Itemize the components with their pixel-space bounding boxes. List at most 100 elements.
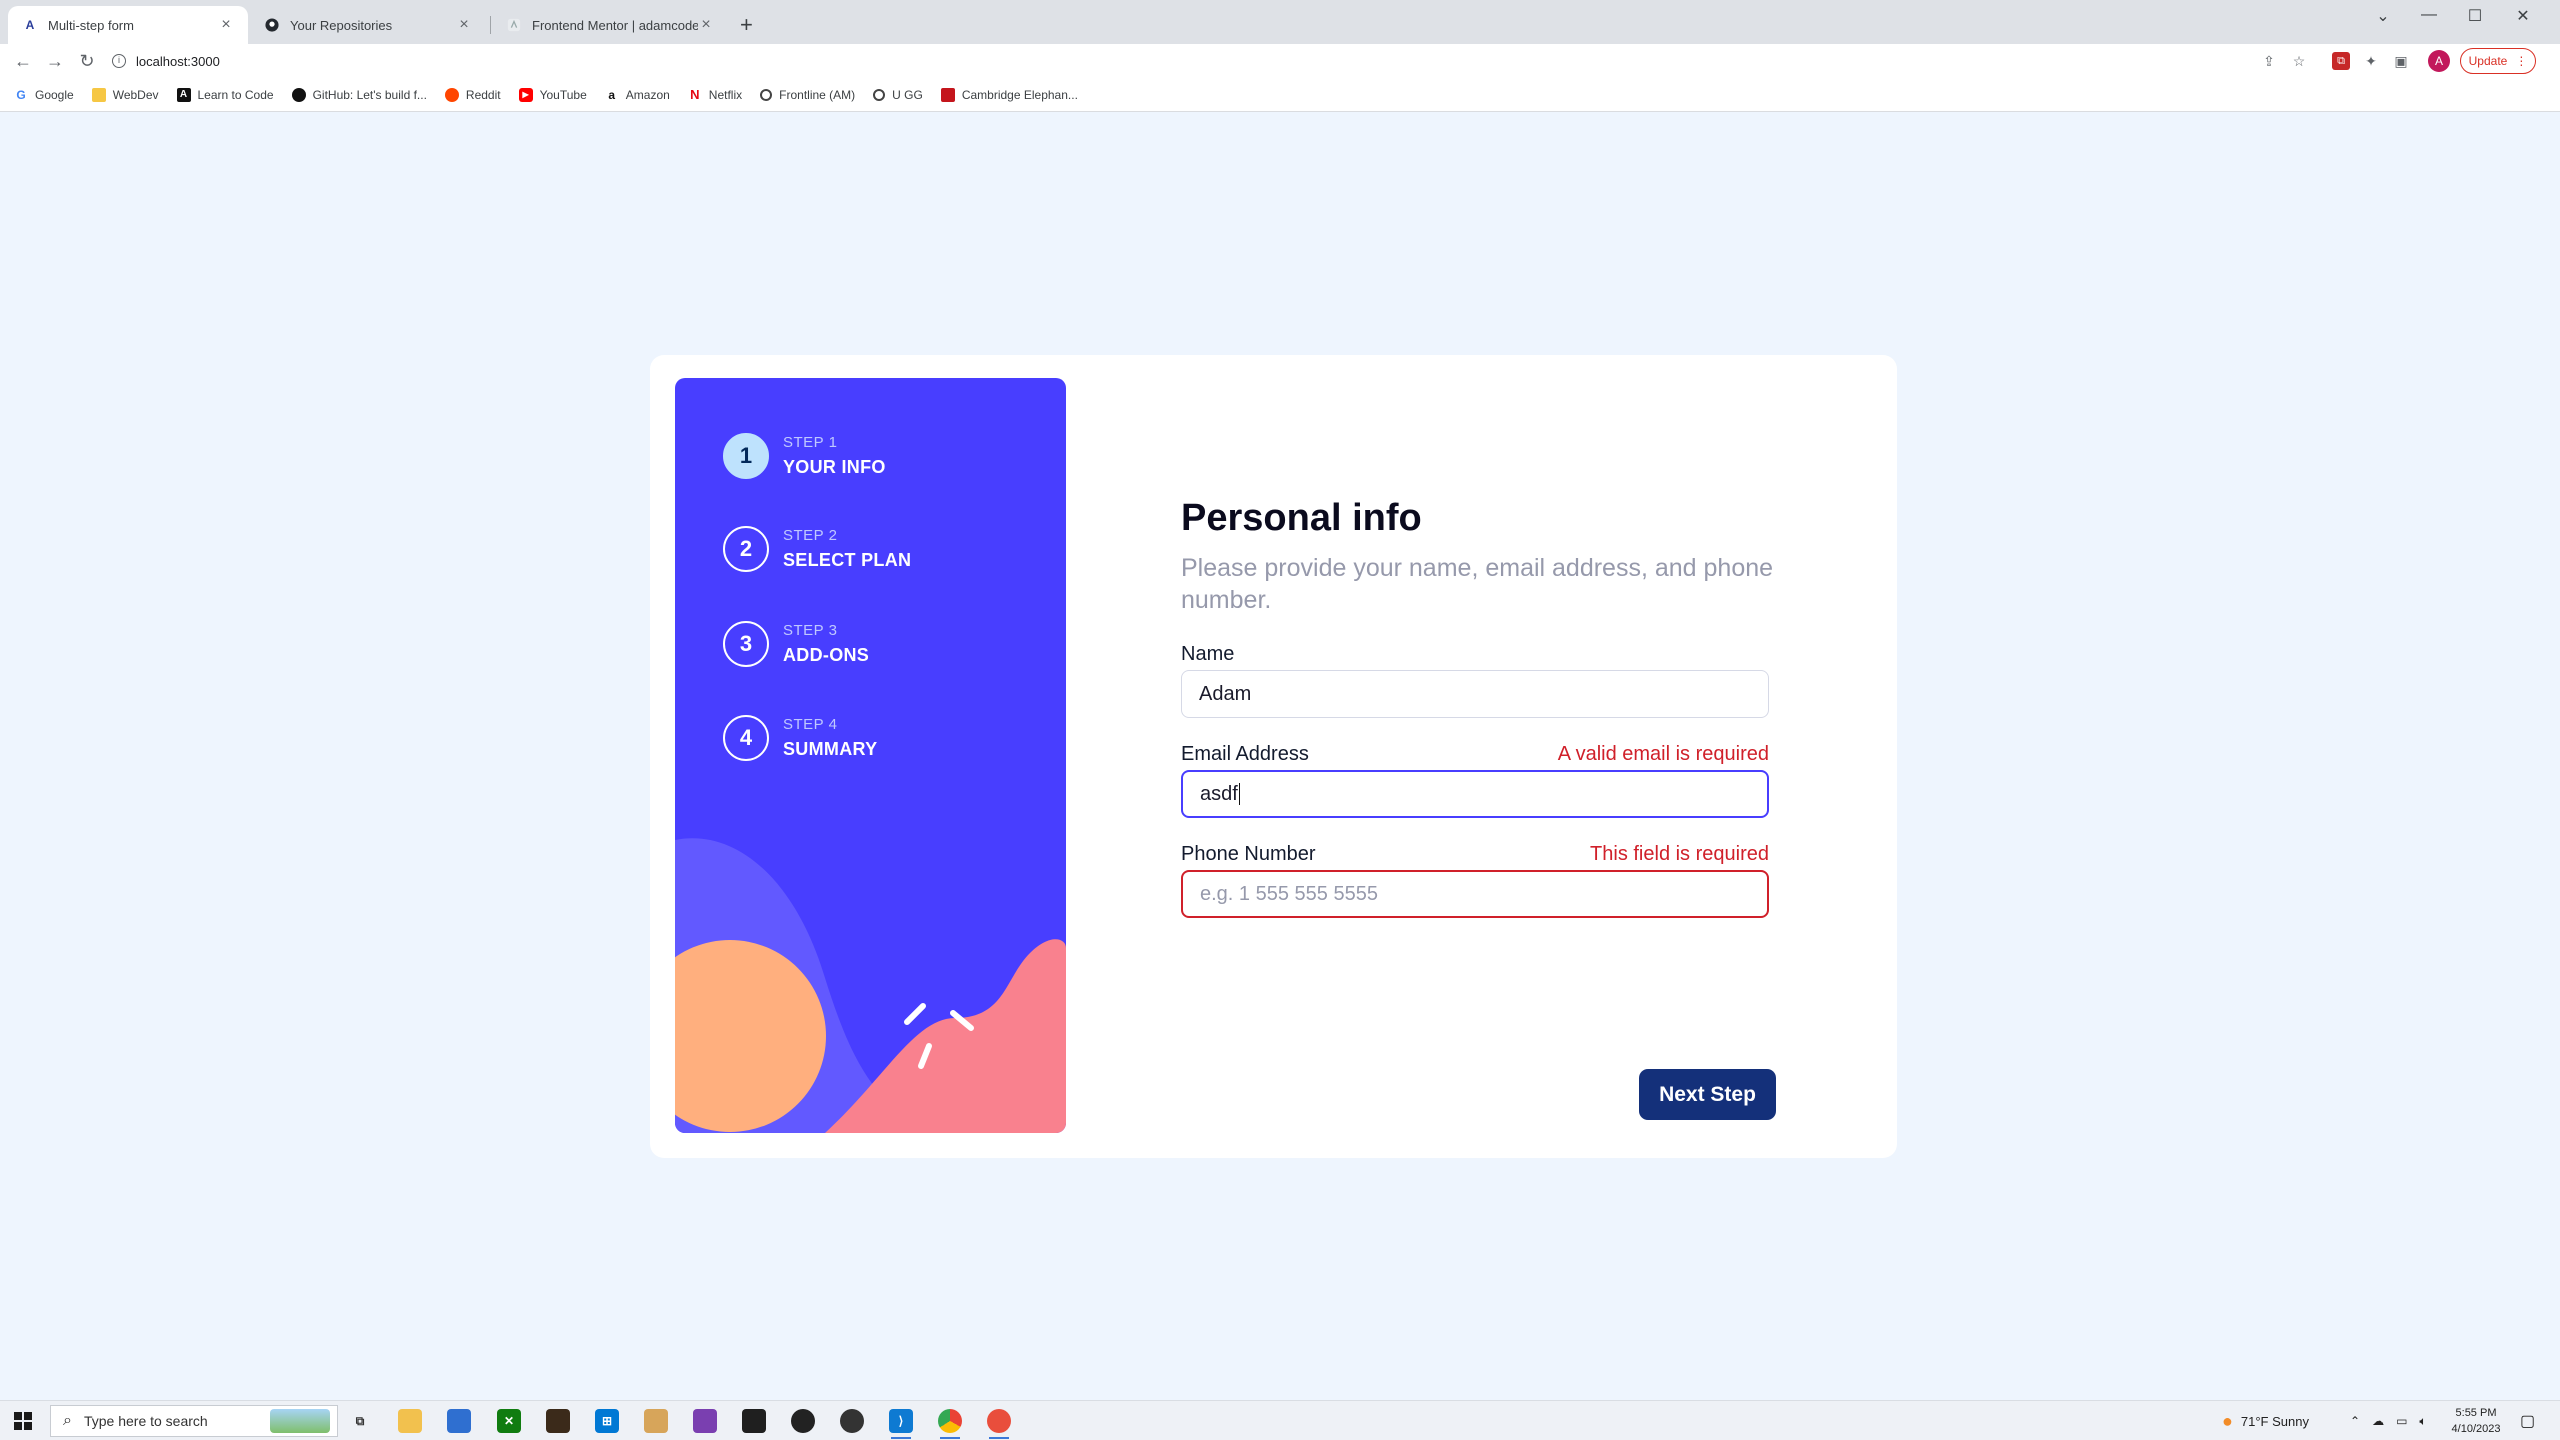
tab-title: Your Repositories — [290, 17, 393, 33]
step-summary[interactable]: 4 STEP 4 SUMMARY — [723, 715, 877, 761]
new-tab-icon[interactable]: + — [740, 12, 753, 38]
side-panel-icon[interactable]: ▣ — [2392, 52, 2410, 70]
vscode-icon[interactable]: ⟩ — [889, 1409, 913, 1439]
step-number-badge: 2 — [723, 526, 769, 572]
game-app-icon[interactable] — [742, 1409, 766, 1433]
email-value: asdf — [1200, 782, 1238, 805]
profile-avatar[interactable]: A — [2428, 50, 2450, 72]
volume-icon[interactable]: 🔈︎ — [2419, 1414, 2426, 1429]
bookmark-amazon[interactable]: a Amazon — [605, 87, 669, 102]
xbox-icon[interactable]: ✕ — [497, 1409, 521, 1433]
step-label: STEP 4 — [783, 716, 838, 733]
tab-search-icon[interactable]: ⌄ — [2368, 6, 2398, 26]
reload-icon[interactable]: ↻ — [76, 50, 98, 72]
site-info-icon[interactable]: i — [112, 54, 126, 68]
bookmark-label: U GG — [892, 87, 923, 102]
step-title: ADD-ONS — [783, 645, 870, 665]
extension-icon[interactable]: ⧉ — [2332, 52, 2350, 70]
step-your-info[interactable]: 1 STEP 1 YOUR INFO — [723, 433, 886, 479]
steps-sidebar: 1 STEP 1 YOUR INFO 2 STEP 2 SELECT PLAN … — [675, 378, 1066, 1133]
share-icon[interactable]: ⇪ — [2260, 52, 2278, 70]
windows-start-icon[interactable] — [14, 1412, 32, 1430]
app-icon[interactable] — [644, 1409, 668, 1433]
back-icon[interactable]: ← — [12, 50, 34, 72]
visual-studio-icon[interactable] — [693, 1409, 717, 1433]
step-label: STEP 3 — [783, 622, 838, 639]
tab-separator — [490, 16, 491, 34]
amazon-icon: a — [608, 87, 616, 102]
close-tab-icon[interactable]: × — [456, 16, 472, 34]
bookmark-star-icon[interactable]: ☆ — [2290, 52, 2308, 70]
bookmark-label: Frontline (AM) — [779, 87, 856, 102]
search-placeholder: Type here to search — [83, 1413, 208, 1429]
windows-taskbar: ⌕ Type here to search ⧉ ✕ ⊞ ⟩ ● 71°F Sun… — [0, 1400, 2560, 1440]
close-tab-icon[interactable]: × — [698, 16, 714, 34]
network-icon[interactable]: ▭ — [2396, 1414, 2407, 1428]
weather-widget[interactable]: ● 71°F Sunny — [2222, 1401, 2309, 1440]
bookmark-google[interactable]: G Google — [14, 87, 73, 102]
page-description: Please provide your name, email address,… — [1181, 554, 1774, 614]
email-field[interactable]: asdf — [1181, 770, 1769, 818]
bookmark-label: Cambridge Elephan... — [961, 87, 1078, 102]
onedrive-icon[interactable]: ☁ — [2372, 1414, 2384, 1428]
next-step-button[interactable]: Next Step — [1639, 1069, 1776, 1120]
app-icon[interactable] — [840, 1409, 864, 1433]
chrome-icon[interactable] — [938, 1409, 962, 1439]
store-icon[interactable] — [447, 1409, 471, 1433]
maximize-icon[interactable]: ☐ — [2460, 6, 2490, 26]
chevron-up-icon[interactable]: ⌃ — [2350, 1414, 2360, 1428]
netflix-icon: N — [690, 87, 700, 102]
tab-your-repositories[interactable]: Your Repositories × — [250, 6, 486, 44]
bookmark-frontline[interactable]: Frontline (AM) — [760, 88, 855, 102]
close-tab-icon[interactable]: × — [218, 16, 234, 34]
globe-icon — [760, 88, 773, 101]
forward-icon[interactable]: → — [44, 50, 66, 72]
step-number-badge: 1 — [723, 433, 769, 479]
google-icon: G — [16, 87, 26, 102]
file-explorer-icon[interactable] — [398, 1409, 422, 1433]
bookmark-reddit[interactable]: Reddit — [444, 87, 501, 102]
sun-icon: ● — [2222, 1410, 2233, 1431]
tab-multi-step-form[interactable]: A Multi-step form × — [8, 6, 248, 44]
phone-error-message: This field is required — [1590, 843, 1769, 865]
bookmark-webdev[interactable]: WebDev — [91, 87, 159, 102]
step-select-plan[interactable]: 2 STEP 2 SELECT PLAN — [723, 526, 911, 572]
step-title: SUMMARY — [783, 739, 878, 759]
name-value: Adam — [1199, 682, 1252, 705]
tab-frontend-mentor[interactable]: Frontend Mentor | adamcodes28 × — [492, 6, 728, 44]
windows-app-icon[interactable]: ⊞ — [595, 1409, 619, 1433]
name-field[interactable]: Adam — [1181, 670, 1769, 718]
text-cursor — [1238, 783, 1241, 805]
taskbar-clock[interactable]: 5:55 PM 4/10/2023 — [2440, 1405, 2512, 1437]
puzzle-extensions-icon[interactable]: ✦ — [2362, 52, 2380, 70]
app-favicon-icon: A — [25, 18, 35, 32]
step-add-ons[interactable]: 3 STEP 3 ADD-ONS — [723, 621, 869, 667]
bookmark-learn-to-code[interactable]: A Learn to Code — [176, 87, 274, 102]
bookmark-github[interactable]: GitHub: Let's build f... — [291, 87, 427, 102]
update-button[interactable]: Update ⋮ — [2460, 48, 2536, 74]
folder-icon — [91, 87, 106, 102]
obs-icon[interactable] — [791, 1409, 815, 1433]
close-window-icon[interactable]: ✕ — [2508, 6, 2538, 26]
minecraft-icon[interactable] — [546, 1409, 570, 1433]
bookmark-label: Netflix — [708, 87, 743, 102]
bookmark-label: GitHub: Let's build f... — [312, 87, 427, 102]
search-highlight-icon[interactable] — [270, 1409, 330, 1433]
bookmark-ugg[interactable]: U GG — [873, 88, 923, 102]
step-title: YOUR INFO — [783, 457, 886, 477]
bookmark-youtube[interactable]: ▶ YouTube — [518, 87, 587, 102]
update-label: Update — [2468, 54, 2508, 68]
address-bar[interactable]: i localhost:3000 — [112, 48, 2192, 74]
weather-text: 71°F Sunny — [2240, 1413, 2309, 1429]
bookmark-cambridge[interactable]: Cambridge Elephan... — [940, 87, 1078, 102]
minimize-icon[interactable]: — — [2414, 6, 2444, 24]
search-icon: ⌕ — [63, 1412, 72, 1429]
bookmark-netflix[interactable]: N Netflix — [688, 87, 743, 102]
name-label: Name — [1181, 643, 1235, 665]
notifications-icon[interactable]: ▢ — [2520, 1401, 2535, 1440]
page-title: Personal info — [1181, 497, 1422, 539]
phone-field[interactable]: e.g. 1 555 555 5555 — [1181, 870, 1769, 918]
task-view-icon[interactable]: ⧉ — [348, 1409, 372, 1433]
clock-date: 4/10/2023 — [2451, 1423, 2501, 1435]
app-icon[interactable] — [987, 1409, 1011, 1439]
